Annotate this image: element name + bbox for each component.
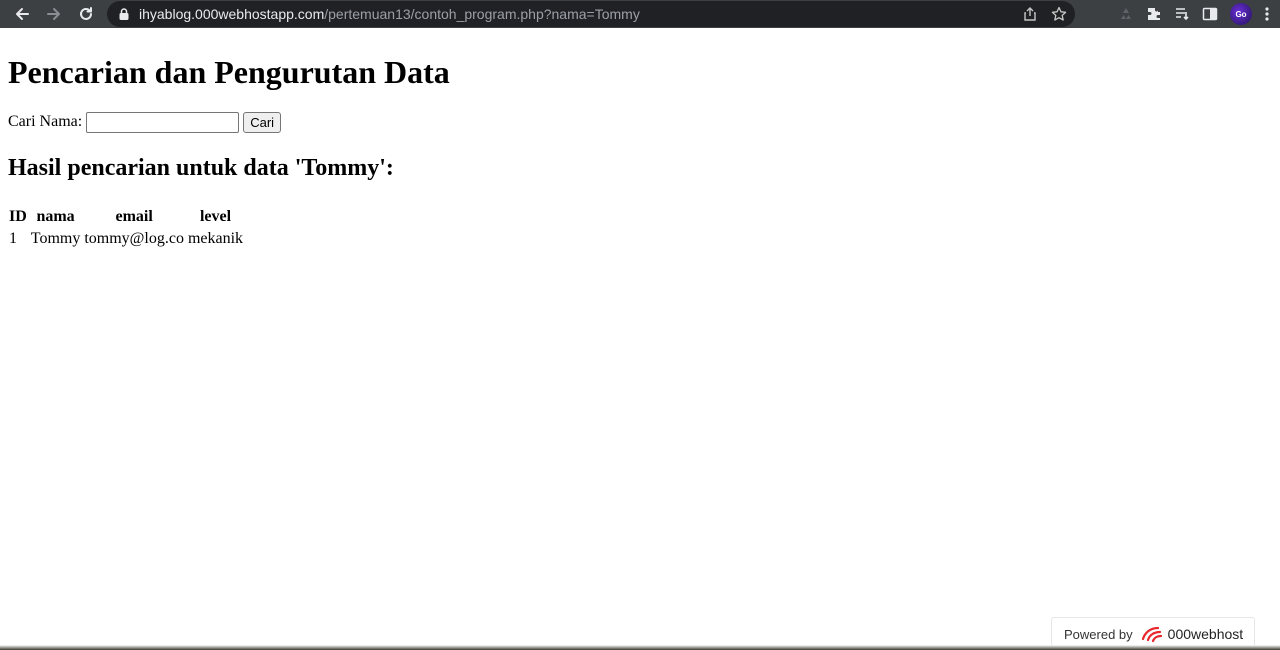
column-header-level: level <box>199 208 232 225</box>
column-header-id: ID <box>9 208 27 225</box>
back-icon[interactable] <box>11 3 33 25</box>
search-button[interactable]: Cari <box>243 111 282 133</box>
powered-by-label: Powered by <box>1064 626 1133 642</box>
column-header-email: email <box>115 208 153 225</box>
search-label: Cari Nama: <box>8 113 83 130</box>
results-heading: Hasil pencarian untuk data 'Tommy': <box>8 155 394 181</box>
results-table: ID nama email level 1 Tommy tommy@log.co… <box>6 205 246 251</box>
forward-icon[interactable] <box>43 3 65 25</box>
search-form: Cari Nama: Cari <box>8 111 1272 133</box>
cell-email: tommy@log.co <box>84 230 184 247</box>
brand-name: 000webhost <box>1167 626 1244 642</box>
url-path: /pertemuan13/contoh_program.php?nama=Tom… <box>324 6 640 22</box>
bookmark-star-icon[interactable] <box>1051 6 1067 22</box>
reading-list-icon[interactable] <box>1174 6 1190 22</box>
window-bottom-edge <box>0 645 1280 650</box>
extensions-puzzle-icon[interactable] <box>1146 6 1162 22</box>
lock-icon[interactable] <box>119 8 129 20</box>
table-header-row: ID nama email level <box>8 207 244 227</box>
cell-level: mekanik <box>187 230 244 247</box>
page-title: Pencarian dan Pengurutan Data <box>8 54 450 90</box>
side-panel-icon[interactable] <box>1202 6 1218 22</box>
cell-nama: Tommy <box>30 230 81 247</box>
webhost-logo-icon <box>1140 625 1164 643</box>
profile-avatar[interactable]: Go <box>1230 3 1252 25</box>
address-bar[interactable]: ihyablog.000webhostapp.com/pertemuan13/c… <box>107 1 1075 27</box>
page-content: Pencarian dan Pengurutan Data Cari Nama:… <box>8 32 1272 251</box>
url-host: ihyablog.000webhostapp.com <box>139 6 325 22</box>
share-icon[interactable] <box>1023 7 1037 21</box>
reload-icon[interactable] <box>75 3 97 25</box>
recycle-extension-icon[interactable] <box>1118 6 1134 22</box>
menu-kebab-icon[interactable] <box>1264 6 1270 22</box>
table-row: 1 Tommy tommy@log.co mekanik <box>8 229 244 249</box>
cell-id: 1 <box>9 230 17 247</box>
browser-toolbar: ihyablog.000webhostapp.com/pertemuan13/c… <box>0 0 1280 28</box>
column-header-nama: nama <box>36 208 75 225</box>
search-input[interactable] <box>86 111 240 133</box>
